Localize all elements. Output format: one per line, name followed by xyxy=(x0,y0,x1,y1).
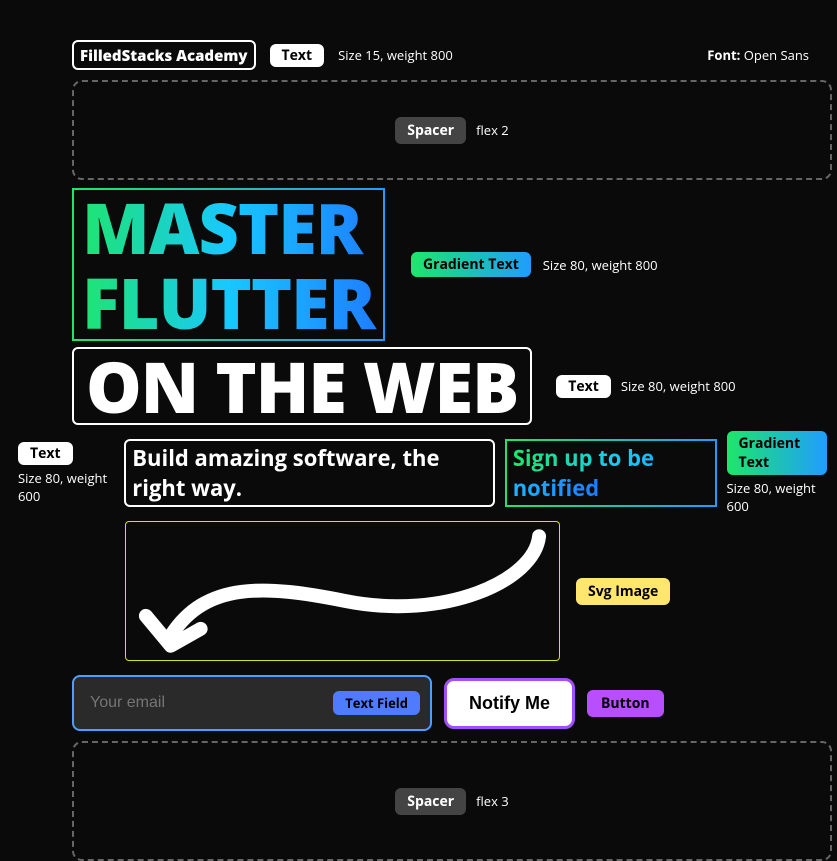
sub-text-meta-left: Size 80, weight 600 xyxy=(18,469,114,505)
spacer-label-2: Spacer xyxy=(395,788,466,815)
email-input[interactable] xyxy=(90,694,270,712)
email-field-container[interactable]: Text Field xyxy=(72,675,432,731)
font-info: Font: Open Sans xyxy=(707,46,809,64)
sub-text-label: Text xyxy=(18,442,73,465)
sub-grad-meta-right: Size 80, weight 600 xyxy=(727,479,827,515)
spacer-meta-2: flex 3 xyxy=(476,792,509,810)
font-value: Open Sans xyxy=(744,46,809,64)
sub-signup-box: Sign up to be notified xyxy=(505,439,717,507)
notify-button[interactable]: Notify Me xyxy=(444,678,575,729)
sub-body-box: Build amazing software, the right way. xyxy=(124,439,494,507)
brand-text: FilledStacks Academy xyxy=(80,46,248,66)
svg-image-box xyxy=(125,521,560,661)
button-label: Button xyxy=(587,690,664,717)
spacer-meta: flex 2 xyxy=(476,121,509,139)
text-meta-2: Size 80, weight 800 xyxy=(621,377,736,395)
hero-white-box: ON THE WEB xyxy=(72,347,532,425)
spacer-label: Spacer xyxy=(395,117,466,144)
gradient-text-meta: Size 80, weight 800 xyxy=(543,256,658,274)
gradient-text-label: Gradient Text xyxy=(411,252,531,277)
text-label-2: Text xyxy=(556,375,611,398)
hero-line3: ON THE WEB xyxy=(80,351,524,421)
text-field-label: Text Field xyxy=(333,691,420,715)
sub-grad-label: Gradient Text xyxy=(727,431,827,475)
hero-line2: FLUTTER xyxy=(74,265,383,340)
brand-box: FilledStacks Academy xyxy=(72,40,256,70)
spacer-region-2: Spacer flex 3 xyxy=(72,741,832,861)
svg-image-label: Svg Image xyxy=(576,578,670,605)
hero-gradient-box: MASTER FLUTTER xyxy=(72,188,385,341)
text-annotation-label: Text xyxy=(270,44,325,67)
sub-body: Build amazing software, the right way. xyxy=(132,443,439,503)
arrow-icon xyxy=(126,521,559,661)
sub-signup: Sign up to be notified xyxy=(513,443,654,503)
font-label: Font: xyxy=(707,46,740,64)
text-annotation-meta: Size 15, weight 800 xyxy=(338,46,453,64)
spacer-region-1: Spacer flex 2 xyxy=(72,80,832,180)
